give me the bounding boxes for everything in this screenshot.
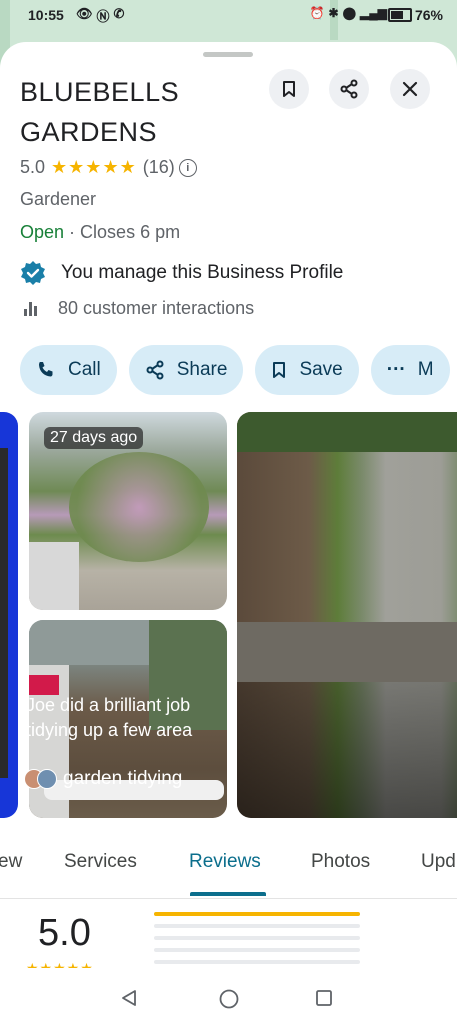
action-chips: Call Share Save ··· M xyxy=(20,345,450,395)
rating-stars: ★★★★★ xyxy=(51,157,137,177)
bluetooth-icon: ✱ xyxy=(328,6,339,20)
avatar xyxy=(37,769,57,789)
close-button[interactable] xyxy=(390,69,430,109)
open-status: Open xyxy=(20,222,65,242)
alarm-icon: ⏰ xyxy=(309,6,325,20)
manage-profile-text: You manage this Business Profile xyxy=(61,262,344,283)
back-icon xyxy=(122,990,136,1006)
call-label: Call xyxy=(68,359,101,380)
recents-button[interactable] xyxy=(314,988,334,1008)
more-chip-button[interactable]: ··· M xyxy=(370,345,450,395)
review-line-1: Joe did a brilliant job xyxy=(26,695,191,715)
place-category: Gardener xyxy=(20,189,97,209)
interactions-row[interactable]: 80 customer interactions xyxy=(20,298,254,319)
call-button[interactable]: Call xyxy=(20,345,117,395)
review-photo-tile[interactable] xyxy=(237,412,457,818)
closing-time: · Closes 6 pm xyxy=(64,222,181,242)
back-button[interactable] xyxy=(119,988,139,1008)
tab-photos[interactable]: Photos xyxy=(311,851,370,873)
battery-icon xyxy=(387,8,412,22)
tab-services[interactable]: Services xyxy=(64,851,137,873)
more-icon: ··· xyxy=(386,359,406,380)
home-icon xyxy=(219,989,239,1009)
share-icon xyxy=(145,360,165,380)
photo-tile[interactable] xyxy=(0,412,18,818)
photo-gallery: 27 days ago Joe did a brilliant job tidy… xyxy=(0,412,457,818)
interactions-text: 80 customer interactions xyxy=(58,298,255,318)
tab-updates[interactable]: Upd xyxy=(421,851,456,873)
close-icon xyxy=(402,81,418,97)
system-icons: ⏰ ✱ ⬤ ▂▄▆ xyxy=(310,6,387,20)
recents-icon xyxy=(316,990,332,1006)
more-label: M xyxy=(417,359,434,380)
histogram-bar xyxy=(154,936,360,940)
battery-indicator: 76% xyxy=(387,7,443,23)
nfc-icon: Ⓝ xyxy=(96,9,110,24)
status-time: 10:55 xyxy=(28,7,64,23)
review-tag[interactable]: garden tidying xyxy=(24,768,182,790)
drag-handle[interactable] xyxy=(203,52,253,57)
manage-profile-row[interactable]: You manage this Business Profile xyxy=(20,260,343,286)
save-chip-button[interactable]: Save xyxy=(255,345,359,395)
bookmark-icon xyxy=(283,81,295,97)
bookmark-icon xyxy=(271,361,287,379)
active-tab-indicator xyxy=(190,892,266,896)
histogram-bar xyxy=(154,924,360,928)
verified-badge-icon xyxy=(21,261,45,285)
notification-icons: 👁 Ⓝ ✆ xyxy=(76,6,124,25)
signal-icon: ▂▄▆ xyxy=(360,6,387,20)
share-chip-button[interactable]: Share xyxy=(128,345,244,395)
share-button[interactable] xyxy=(329,69,369,109)
review-overlay xyxy=(237,682,457,818)
tab-overview[interactable]: ew xyxy=(0,851,22,873)
summary-score: 5.0 xyxy=(38,912,91,954)
whatsapp-icon: ✆ xyxy=(113,6,125,21)
reviewer-avatars xyxy=(24,769,57,789)
review-line-2: tidying up a few area xyxy=(26,720,193,740)
info-icon[interactable]: i xyxy=(178,158,197,177)
review-tag-label: garden tidying xyxy=(63,768,183,789)
bar-chart-icon xyxy=(24,301,40,316)
rating-value: 5.0 xyxy=(20,157,46,177)
home-button[interactable] xyxy=(218,988,240,1010)
eye-icon: 👁 xyxy=(76,6,93,21)
histogram-bar xyxy=(154,912,360,916)
system-nav-bar xyxy=(0,968,457,1024)
share-label: Share xyxy=(176,359,228,380)
save-button[interactable] xyxy=(269,69,309,109)
phone-icon xyxy=(36,360,56,380)
battery-percent: 76% xyxy=(414,7,443,23)
histogram-bar-fill xyxy=(154,912,360,916)
place-sheet: BLUEBELLS GARDENS 5.0 ★★★★★ (16) i Garde… xyxy=(0,42,457,1024)
save-label: Save xyxy=(299,359,343,380)
share-icon xyxy=(340,79,358,99)
photo-age-badge: 27 days ago xyxy=(44,427,144,449)
review-snippet[interactable]: Joe did a brilliant job tidying up a few… xyxy=(26,693,236,743)
opening-hours[interactable]: Open · Closes 6 pm xyxy=(20,222,180,243)
tab-bar: ew Services Reviews Photos Upd xyxy=(0,848,457,899)
location-icon: ⬤ xyxy=(342,6,357,20)
rating-row[interactable]: 5.0 ★★★★★ (16) i xyxy=(20,157,197,178)
histogram-bar xyxy=(154,948,360,952)
photo-tile[interactable]: 27 days ago xyxy=(29,412,227,610)
place-name: BLUEBELLS GARDENS xyxy=(20,77,180,147)
status-bar: 10:55 👁 Ⓝ ✆ ⏰ ✱ ⬤ ▂▄▆ 76% xyxy=(0,0,457,32)
review-count: (16) xyxy=(142,157,175,177)
histogram-bar xyxy=(154,960,360,964)
tab-reviews[interactable]: Reviews xyxy=(189,851,261,873)
